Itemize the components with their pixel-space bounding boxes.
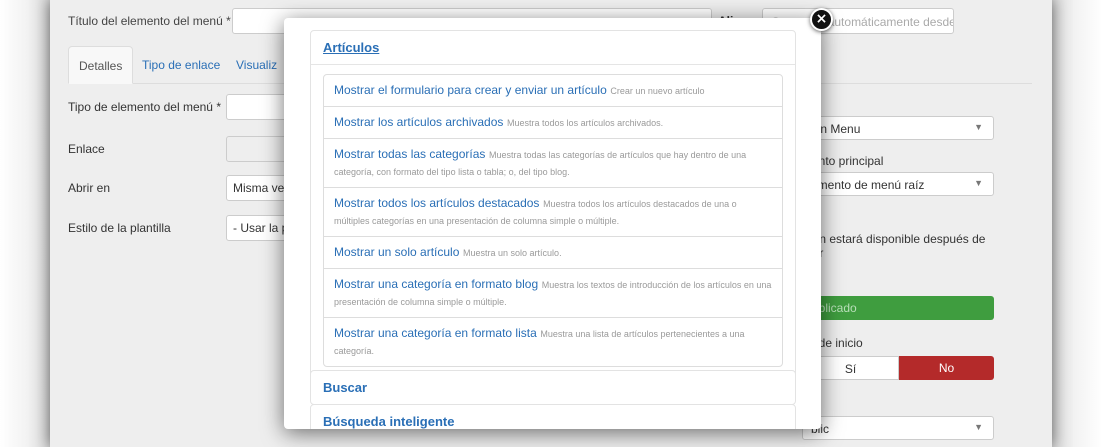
tab-details[interactable]: Detalles: [68, 46, 134, 84]
menu-label: ú *: [802, 96, 1002, 110]
home-label: na de inicio: [802, 336, 863, 350]
accordion-heading-smart-search[interactable]: Búsqueda inteligente: [311, 405, 795, 429]
list-item[interactable]: Mostrar el formulario para crear y envia…: [324, 75, 782, 106]
parent-item-value: emento de menú raíz: [811, 178, 925, 192]
list-item[interactable]: Mostrar todos los artículos destacados M…: [324, 187, 782, 236]
access-label: eso: [802, 398, 1002, 412]
chevron-down-icon: ▼: [974, 122, 983, 132]
item-title[interactable]: Mostrar un solo artículo: [334, 245, 459, 259]
article-types-list: Mostrar el formulario para crear y envia…: [323, 74, 783, 367]
template-style-label: Estilo de la plantilla: [68, 221, 171, 235]
item-title[interactable]: Mostrar el formulario para crear y envia…: [334, 83, 607, 97]
home-toggle: Sí No: [802, 356, 994, 380]
close-icon[interactable]: ×: [810, 8, 833, 31]
item-description: Muestra un solo artículo.: [463, 248, 562, 258]
accordion-heading-search[interactable]: Buscar: [311, 371, 795, 404]
item-description: Muestra todos los artículos archivados.: [507, 118, 664, 128]
accordion-search: Buscar: [310, 370, 796, 405]
chevron-down-icon: ▼: [974, 178, 983, 188]
menu-item-type-modal: Artículos Mostrar el formulario para cre…: [284, 18, 821, 429]
item-title[interactable]: Mostrar una categoría en formato lista: [334, 326, 537, 340]
item-title[interactable]: Mostrar una categoría en formato blog: [334, 277, 538, 291]
parent-item-select[interactable]: emento de menú raíz ▼: [802, 172, 994, 196]
accordion-smart-search: Búsqueda inteligente: [310, 404, 796, 429]
ordering-label: en: [802, 212, 1002, 226]
menu-item-title-label: Título del elemento del menú *: [68, 14, 231, 28]
accordion-body-articles: Mostrar el formulario para crear y envia…: [311, 64, 795, 379]
item-title[interactable]: Mostrar todos los artículos destacados: [334, 196, 539, 210]
tab-display[interactable]: Visualiz: [226, 46, 287, 84]
access-select[interactable]: blic ▼: [802, 416, 994, 440]
menu-select[interactable]: ain Menu ▼: [802, 116, 994, 140]
link-label: Enlace: [68, 142, 105, 156]
item-title[interactable]: Mostrar los artículos archivados: [334, 115, 503, 129]
menu-item-type-label: Tipo de elemento del menú *: [68, 100, 221, 114]
status-label: do: [802, 278, 1002, 292]
accordion-heading-articles[interactable]: Artículos: [311, 31, 795, 64]
item-description: Crear un nuevo artículo: [610, 86, 705, 96]
status-select[interactable]: ublicado: [802, 296, 994, 320]
chevron-down-icon: ▼: [974, 422, 983, 432]
tab-link-type[interactable]: Tipo de enlace: [132, 46, 230, 84]
ordering-note: rden estará disponible después de rdar: [802, 232, 986, 260]
target-window-label: Abrir en: [68, 181, 111, 195]
home-no-button[interactable]: No: [899, 356, 994, 380]
list-item[interactable]: Mostrar los artículos archivados Muestra…: [324, 106, 782, 138]
list-item[interactable]: Mostrar todas las categorías Muestra tod…: [324, 138, 782, 187]
parent-item-label: mento principal: [802, 154, 884, 168]
list-item[interactable]: Mostrar una categoría en formato blog Mu…: [324, 268, 782, 317]
item-title[interactable]: Mostrar todas las categorías: [334, 147, 485, 161]
list-item[interactable]: Mostrar un solo artículo Muestra un solo…: [324, 236, 782, 268]
accordion-articles: Artículos Mostrar el formulario para cre…: [310, 30, 796, 380]
list-item[interactable]: Mostrar una categoría en formato lista M…: [324, 317, 782, 366]
